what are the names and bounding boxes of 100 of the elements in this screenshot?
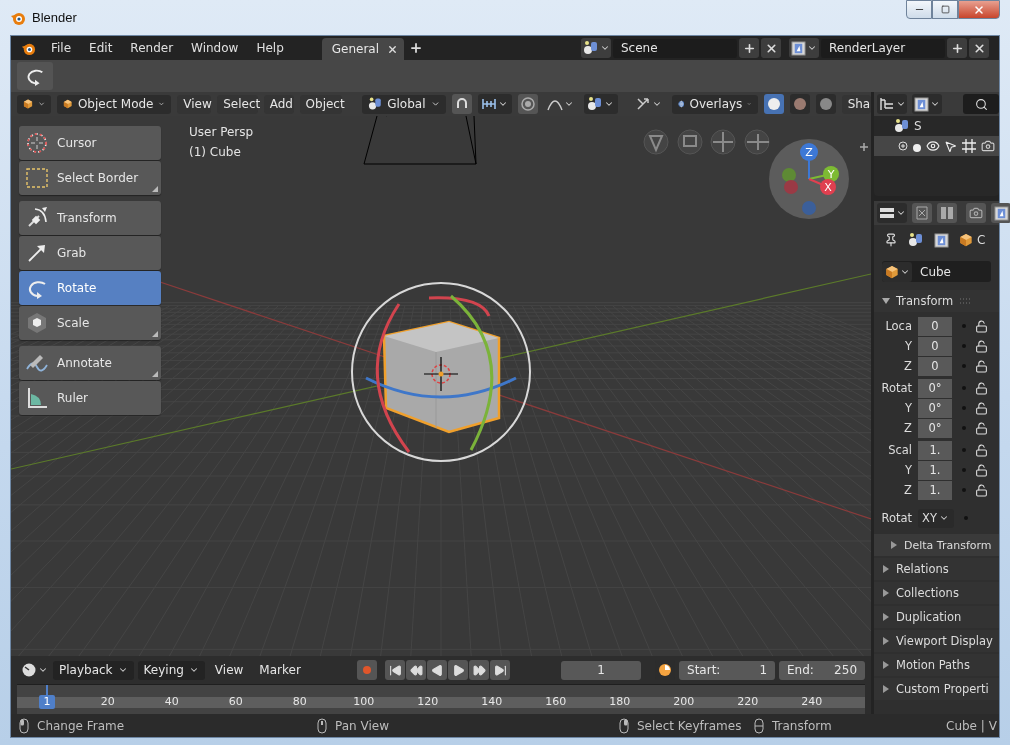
- panel-header[interactable]: Relations: [874, 558, 999, 580]
- editor-type-dropdown[interactable]: [877, 203, 907, 223]
- number-field[interactable]: 1.: [918, 480, 952, 500]
- solid-shading-button[interactable]: [763, 94, 784, 114]
- number-field[interactable]: 0°: [918, 398, 952, 418]
- number-field[interactable]: 0°: [918, 418, 952, 438]
- close-button[interactable]: [958, 0, 1000, 19]
- panel-header[interactable]: Duplication: [874, 606, 999, 628]
- tool-button[interactable]: Scale: [19, 306, 161, 340]
- end-frame-field[interactable]: End: 250: [779, 660, 865, 680]
- panel-header[interactable]: Custom Properti: [874, 678, 999, 700]
- material-shading-button[interactable]: [789, 94, 810, 114]
- object-name-field[interactable]: Cube: [882, 261, 991, 282]
- number-field[interactable]: 0°: [918, 378, 952, 398]
- header-menu[interactable]: Add: [263, 94, 294, 114]
- new-scene-button[interactable]: [739, 38, 759, 58]
- axis-navigation-gizmo[interactable]: [769, 139, 849, 219]
- outliner-row-label[interactable]: S: [914, 119, 922, 133]
- eye-icon[interactable]: [926, 139, 940, 153]
- number-field[interactable]: 1.: [918, 460, 952, 480]
- unlocked-padlock-icon[interactable]: [975, 381, 988, 395]
- panel-header[interactable]: Collections: [874, 582, 999, 604]
- panel-header[interactable]: Transform: [874, 290, 999, 312]
- menu-item[interactable]: Window: [183, 38, 247, 58]
- tool-button[interactable]: Ruler: [19, 381, 161, 415]
- start-frame-field[interactable]: Start: 1: [679, 660, 775, 680]
- unlocked-padlock-icon[interactable]: [975, 421, 988, 435]
- render-tab[interactable]: [966, 203, 986, 223]
- delete-layer-button[interactable]: [969, 38, 989, 58]
- jump-start-button[interactable]: [385, 660, 406, 680]
- menu-item[interactable]: Help: [248, 38, 292, 58]
- scene-dropdown[interactable]: [581, 38, 611, 58]
- search-field[interactable]: [963, 94, 999, 114]
- shading-dropdown[interactable]: Sha: [841, 94, 871, 114]
- unlocked-padlock-icon[interactable]: [975, 483, 988, 497]
- play-reverse-button[interactable]: [427, 660, 448, 680]
- tool-button[interactable]: Select Border: [19, 161, 161, 195]
- panel-header[interactable]: Motion Paths: [874, 654, 999, 676]
- menu-item[interactable]: File: [43, 38, 80, 58]
- number-field[interactable]: 1.: [918, 440, 952, 460]
- editor-type-dropdown[interactable]: [877, 94, 907, 114]
- unlocked-padlock-icon[interactable]: [975, 319, 988, 333]
- next-keyframe-button[interactable]: [469, 660, 490, 680]
- tool-button[interactable]: Cursor: [19, 126, 161, 160]
- number-field[interactable]: 0: [918, 356, 952, 376]
- new-layer-button[interactable]: [947, 38, 967, 58]
- output-tab[interactable]: [991, 203, 1010, 223]
- unlocked-padlock-icon[interactable]: [975, 463, 988, 477]
- layout-tab[interactable]: [937, 203, 957, 223]
- header-menu[interactable]: View: [177, 94, 212, 114]
- overlays-dropdown[interactable]: Overlays: [671, 94, 758, 114]
- snap-element-dropdown[interactable]: [477, 94, 512, 114]
- render-layer-field[interactable]: RenderLayer: [821, 38, 945, 58]
- menu-item[interactable]: Edit: [81, 38, 121, 58]
- frame-ruler-bar[interactable]: [17, 697, 865, 708]
- minimize-button[interactable]: [906, 0, 932, 19]
- layer-dropdown[interactable]: [789, 38, 819, 58]
- header-menu[interactable]: Select: [217, 94, 258, 114]
- rotation-mode-dropdown[interactable]: XY: [918, 508, 954, 528]
- timeline-dropdown[interactable]: Playback: [53, 660, 134, 680]
- play-button[interactable]: [448, 660, 469, 680]
- tool-button[interactable]: Annotate: [19, 346, 161, 380]
- unlocked-padlock-icon[interactable]: [975, 339, 988, 353]
- tool-button[interactable]: Transform: [19, 201, 161, 235]
- record-button[interactable]: [357, 660, 378, 680]
- timeline-dropdown[interactable]: Keying: [137, 660, 205, 680]
- snap-toggle[interactable]: [451, 94, 472, 114]
- tool-button[interactable]: Rotate: [19, 271, 161, 305]
- unlocked-padlock-icon[interactable]: [975, 443, 988, 457]
- camera-icon[interactable]: [981, 139, 995, 153]
- panel-header[interactable]: Delta Transform: [874, 534, 999, 556]
- number-field[interactable]: 0: [918, 336, 952, 356]
- timeline-menu[interactable]: View: [208, 660, 250, 680]
- current-frame-field[interactable]: 1: [561, 660, 641, 680]
- number-field[interactable]: 0: [918, 316, 952, 336]
- editor-type-dropdown[interactable]: [17, 94, 52, 114]
- close-icon[interactable]: [387, 43, 399, 55]
- delete-scene-button[interactable]: [761, 38, 781, 58]
- previous-keyframe-button[interactable]: [406, 660, 427, 680]
- tool-tab[interactable]: [912, 203, 932, 223]
- pin-icon[interactable]: [884, 233, 898, 247]
- display-mode-dropdown[interactable]: [912, 94, 942, 114]
- view-navigation-icon[interactable]: [643, 129, 770, 155]
- maximize-button[interactable]: [932, 0, 958, 19]
- unlocked-padlock-icon[interactable]: [975, 401, 988, 415]
- menu-item[interactable]: Render: [122, 38, 182, 58]
- rendered-shading-button[interactable]: [815, 94, 836, 114]
- tool-button[interactable]: Grab: [19, 236, 161, 270]
- timeline-menu[interactable]: Marker: [253, 660, 307, 680]
- pointer-icon[interactable]: [944, 139, 957, 153]
- unlocked-padlock-icon[interactable]: [975, 359, 988, 373]
- mode-dropdown[interactable]: Object Mode: [57, 94, 172, 114]
- panel-header[interactable]: Viewport Display: [874, 630, 999, 652]
- visibility-dropdown[interactable]: [583, 94, 618, 114]
- jump-end-button[interactable]: [490, 660, 511, 680]
- orientation-dropdown[interactable]: Global: [361, 94, 446, 114]
- workspace-tab[interactable]: General: [321, 38, 405, 60]
- plus-icon[interactable]: [859, 142, 869, 152]
- active-tool-button[interactable]: [17, 62, 53, 90]
- scene-field[interactable]: Scene: [613, 38, 737, 58]
